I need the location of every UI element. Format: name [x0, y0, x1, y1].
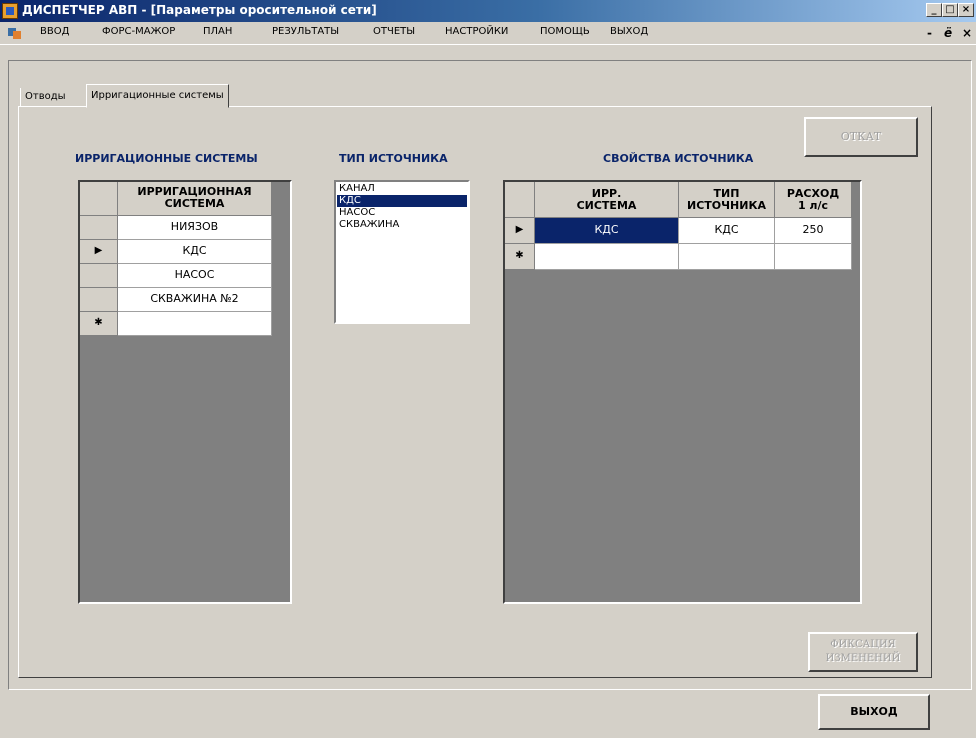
source-properties-title: СВОЙСТВА ИСТОЧНИКА: [603, 152, 754, 165]
grid-cell[interactable]: КДС: [118, 240, 272, 264]
menu-plan[interactable]: ПЛАН: [203, 26, 232, 37]
commit-label-line1: ФИКСАЦИЯ: [830, 639, 896, 650]
grid-cell-new-row[interactable]: [118, 312, 272, 336]
grid-cell[interactable]: КДС: [679, 218, 775, 244]
grid-cell-new-row[interactable]: [535, 244, 679, 270]
column-header-irr-system[interactable]: ИРР. СИСТЕМА: [535, 182, 679, 218]
source-type-title: ТИП ИСТОЧНИКА: [339, 152, 448, 165]
menu-help[interactable]: ПОМОЩЬ: [540, 26, 590, 37]
grid-corner-cell: [80, 182, 118, 216]
mdi-child-icon[interactable]: [8, 26, 22, 40]
minimize-button[interactable]: _: [926, 3, 942, 17]
menu-force-majeure[interactable]: ФОРС-МАЖОР: [102, 26, 175, 37]
grid-cell-new-row[interactable]: [775, 244, 852, 270]
rollback-button[interactable]: ОТКАТ: [804, 117, 918, 157]
exit-button[interactable]: ВЫХОД: [818, 694, 930, 730]
column-header-flow[interactable]: РАСХОД 1 л/с: [775, 182, 852, 218]
row-header[interactable]: [80, 288, 118, 312]
close-button[interactable]: ×: [958, 3, 974, 17]
app-icon[interactable]: [2, 3, 18, 19]
grid-cell[interactable]: 250: [775, 218, 852, 244]
irrigation-systems-title: ИРРИГАЦИОННЫЕ СИСТЕМЫ: [75, 152, 258, 165]
list-item-kds[interactable]: КДС: [337, 195, 467, 207]
row-header-current[interactable]: ▶: [80, 240, 118, 264]
column-header-line2: 1 л/с: [797, 199, 829, 212]
tab-outlets[interactable]: Отводы: [20, 88, 70, 106]
menu-input[interactable]: ВВОД: [40, 26, 69, 37]
commit-label-line2: ИЗМЕНЕНИЙ: [825, 653, 901, 664]
title-bar: ДИСПЕТЧЕР АВП - [Параметры оросительной …: [0, 0, 976, 22]
menu-bar: ВВОД ФОРС-МАЖОР ПЛАН РЕЗУЛЬТАТЫ ОТЧЕТЫ Н…: [0, 22, 976, 45]
column-header-line2: СИСТЕМА: [164, 197, 225, 210]
row-header[interactable]: [80, 264, 118, 288]
menu-reports[interactable]: ОТЧЕТЫ: [373, 26, 415, 37]
tab-irrigation-systems[interactable]: Ирригационные системы: [86, 84, 229, 108]
list-item-pump[interactable]: НАСОС: [337, 207, 467, 219]
maximize-button[interactable]: □: [942, 3, 958, 17]
row-header[interactable]: [80, 216, 118, 240]
grid-cell[interactable]: СКВАЖИНА №2: [118, 288, 272, 312]
grid-cell-new-row[interactable]: [679, 244, 775, 270]
list-item-well[interactable]: СКВАЖИНА: [337, 219, 467, 231]
window-title: ДИСПЕТЧЕР АВП - [Параметры оросительной …: [22, 3, 377, 17]
column-header-line2: СИСТЕМА: [576, 199, 637, 212]
row-header-new[interactable]: ✱: [80, 312, 118, 336]
column-header-line2: ИСТОЧНИКА: [687, 199, 766, 212]
grid-cell[interactable]: НАСОС: [118, 264, 272, 288]
grid-cell-selected[interactable]: КДС: [535, 218, 679, 244]
row-header-new[interactable]: ✱: [505, 244, 535, 270]
source-type-listbox[interactable]: КАНАЛ КДС НАСОС СКВАЖИНА: [334, 180, 470, 324]
menu-exit[interactable]: ВЫХОД: [610, 26, 648, 37]
source-properties-grid[interactable]: ИРР. СИСТЕМА ТИП ИСТОЧНИКА РАСХОД 1 л/с …: [503, 180, 862, 604]
irrigation-systems-grid[interactable]: ИРРИГАЦИОННАЯ СИСТЕМА НИЯЗОВ ▶ КДС НАСОС…: [78, 180, 292, 604]
list-item-canal[interactable]: КАНАЛ: [337, 183, 467, 195]
mdi-restore-button[interactable]: ё: [944, 26, 952, 40]
column-header-irrigation-system[interactable]: ИРРИГАЦИОННАЯ СИСТЕМА: [118, 182, 272, 216]
menu-results[interactable]: РЕЗУЛЬТАТЫ: [272, 26, 339, 37]
row-header-current[interactable]: ▶: [505, 218, 535, 244]
grid-cell[interactable]: НИЯЗОВ: [118, 216, 272, 240]
commit-changes-button[interactable]: ФИКСАЦИЯ ИЗМЕНЕНИЙ: [808, 632, 918, 672]
mdi-close-button[interactable]: ×: [962, 26, 972, 40]
grid-corner-cell: [505, 182, 535, 218]
menu-settings[interactable]: НАСТРОЙКИ: [445, 26, 508, 37]
column-header-source-type[interactable]: ТИП ИСТОЧНИКА: [679, 182, 775, 218]
mdi-minimize-button[interactable]: -: [927, 26, 932, 40]
